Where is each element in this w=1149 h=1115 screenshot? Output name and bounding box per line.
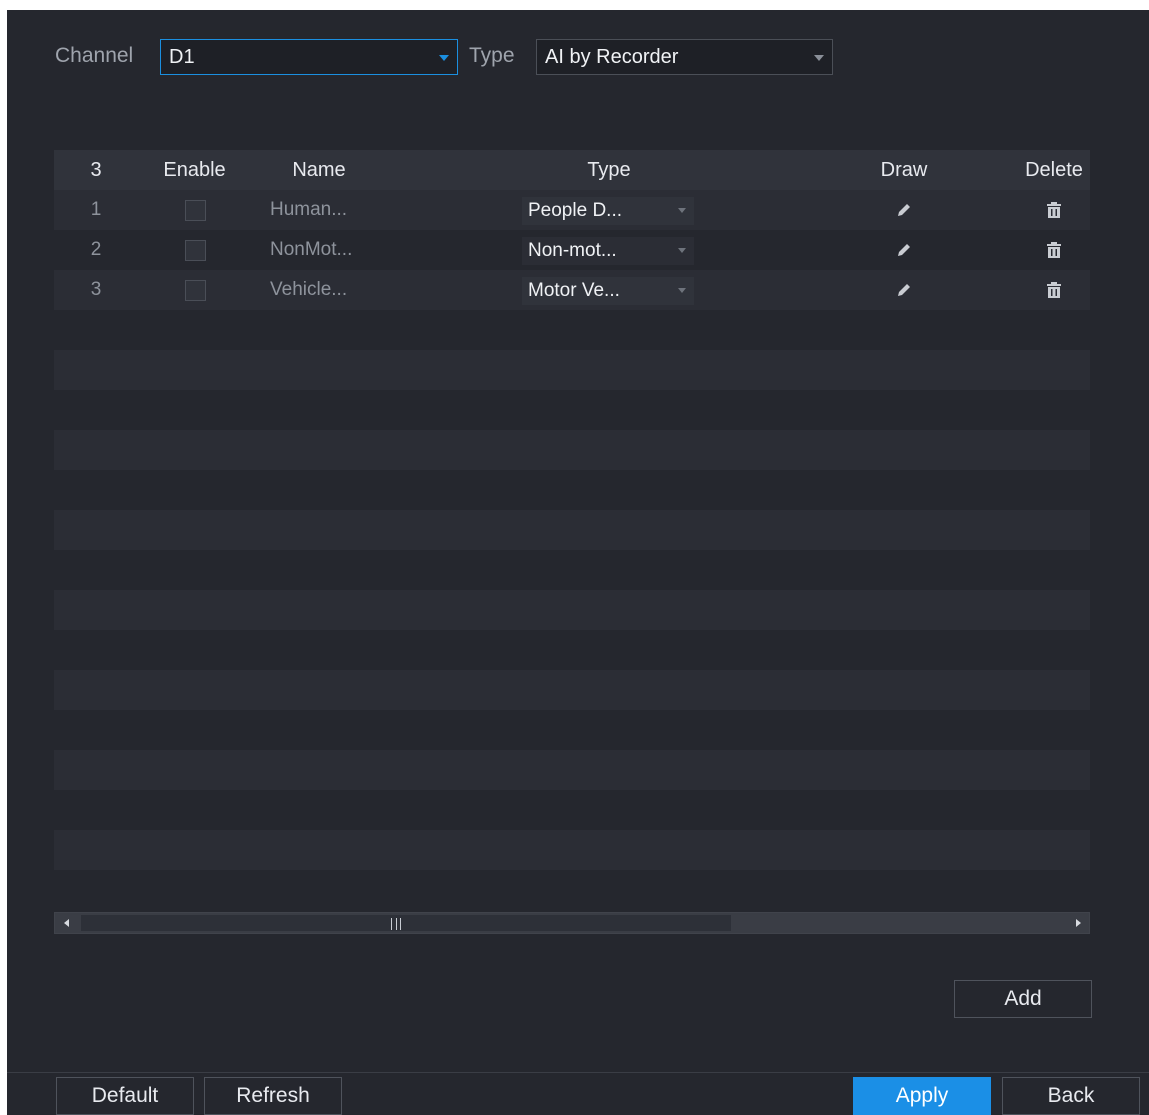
apply-button[interactable]: Apply xyxy=(853,1077,991,1115)
rule-name: Human... xyxy=(270,199,348,220)
filter-row: Channel D1 Type AI by Recorder xyxy=(7,10,1149,90)
type-select[interactable]: AI by Recorder xyxy=(536,39,833,75)
channel-select[interactable]: D1 xyxy=(160,39,458,75)
default-button[interactable]: Default xyxy=(56,1077,194,1115)
header-draw: Draw xyxy=(880,159,928,181)
arrow-right-icon[interactable] xyxy=(1067,913,1089,933)
pencil-icon[interactable] xyxy=(889,230,919,270)
pencil-icon[interactable] xyxy=(889,190,919,230)
rule-type-select[interactable]: Motor Ve... xyxy=(522,277,694,305)
add-button[interactable]: Add xyxy=(954,980,1092,1018)
enable-checkbox[interactable] xyxy=(185,200,206,221)
row-number: 1 xyxy=(90,199,102,220)
chevron-down-icon xyxy=(678,208,686,213)
empty-row xyxy=(54,310,1090,350)
type-label: Type xyxy=(469,44,515,67)
rule-config-panel: Channel D1 Type AI by Recorder 3 Enable … xyxy=(7,10,1149,1115)
empty-row xyxy=(54,390,1090,430)
empty-row xyxy=(54,470,1090,510)
table-row: 3 Vehicle... Motor Ve... xyxy=(54,270,1090,310)
rules-table: 3 Enable Name Type Draw Delete 1 Human..… xyxy=(54,150,1090,892)
header-count: 3 xyxy=(90,159,102,181)
empty-row xyxy=(54,830,1090,870)
back-button[interactable]: Back xyxy=(1002,1077,1140,1115)
scrollbar-thumb[interactable] xyxy=(81,915,731,931)
footer-divider xyxy=(7,1072,1149,1073)
header-delete: Delete xyxy=(1025,159,1083,181)
row-number: 3 xyxy=(90,279,102,300)
rule-type-select[interactable]: Non-mot... xyxy=(522,237,694,265)
chevron-down-icon xyxy=(678,248,686,253)
rule-type-value: People D... xyxy=(528,200,622,221)
empty-row xyxy=(54,790,1090,830)
trash-icon[interactable] xyxy=(1039,230,1069,270)
trash-icon[interactable] xyxy=(1039,270,1069,310)
grip-icon xyxy=(391,918,401,930)
rule-type-value: Motor Ve... xyxy=(528,280,620,301)
enable-checkbox[interactable] xyxy=(185,240,206,261)
empty-row xyxy=(54,710,1090,750)
empty-row xyxy=(54,510,1090,550)
header-type: Type xyxy=(587,159,631,181)
table-header: 3 Enable Name Type Draw Delete xyxy=(54,150,1090,190)
empty-row xyxy=(54,550,1090,590)
row-number: 2 xyxy=(90,239,102,260)
rule-name: NonMot... xyxy=(270,239,353,260)
table-body: 1 Human... People D... 2 NonMot... Non-m… xyxy=(54,190,1090,870)
rule-type-select[interactable]: People D... xyxy=(522,197,694,225)
trash-icon[interactable] xyxy=(1039,190,1069,230)
empty-row xyxy=(54,590,1090,630)
pencil-icon[interactable] xyxy=(889,270,919,310)
channel-value: D1 xyxy=(169,46,195,68)
header-enable: Enable xyxy=(163,159,226,181)
empty-row xyxy=(54,750,1090,790)
chevron-down-icon xyxy=(439,55,449,61)
type-value: AI by Recorder xyxy=(545,46,679,68)
empty-row xyxy=(54,350,1090,390)
header-name: Name xyxy=(292,159,346,181)
table-row: 1 Human... People D... xyxy=(54,190,1090,230)
empty-row xyxy=(54,430,1090,470)
rule-type-value: Non-mot... xyxy=(528,240,617,261)
empty-row xyxy=(54,630,1090,670)
refresh-button[interactable]: Refresh xyxy=(204,1077,342,1115)
table-row: 2 NonMot... Non-mot... xyxy=(54,230,1090,270)
channel-label: Channel xyxy=(55,44,134,67)
arrow-left-icon[interactable] xyxy=(55,913,77,933)
rule-name: Vehicle... xyxy=(270,279,348,300)
chevron-down-icon xyxy=(678,288,686,293)
horizontal-scrollbar[interactable] xyxy=(54,912,1090,934)
chevron-down-icon xyxy=(814,55,824,61)
enable-checkbox[interactable] xyxy=(185,280,206,301)
empty-row xyxy=(54,670,1090,710)
